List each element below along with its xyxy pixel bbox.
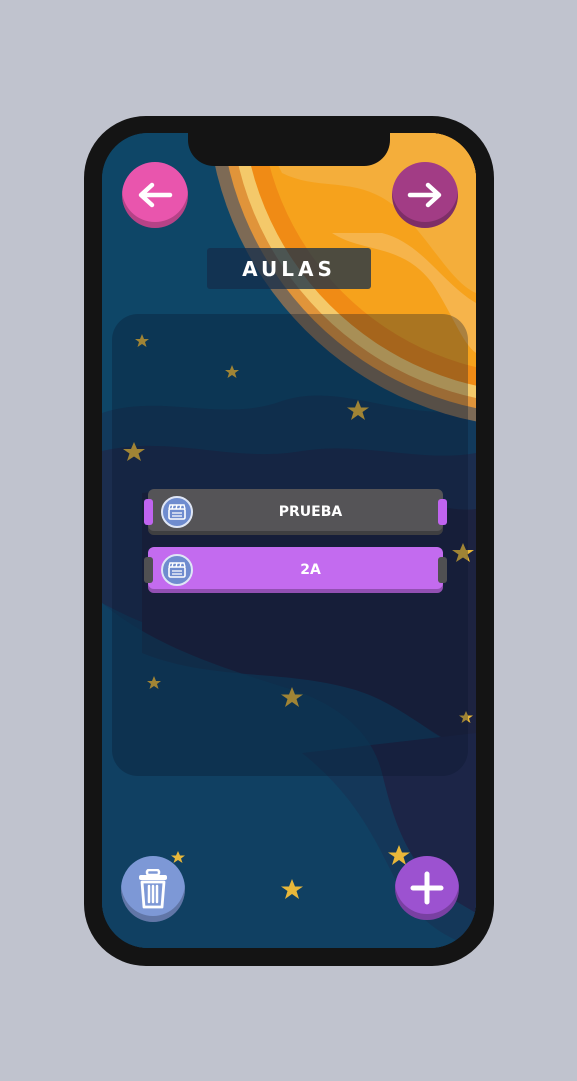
forward-button[interactable]	[392, 162, 458, 228]
back-button[interactable]	[122, 162, 188, 228]
class-name: PRUEBA	[278, 504, 343, 520]
row-left-tab	[144, 499, 153, 525]
row-left-tab	[144, 557, 153, 583]
class-row-2a[interactable]: 2A	[144, 547, 447, 593]
phone-notch	[188, 116, 390, 166]
clapperboard-icon	[161, 554, 193, 586]
page-title: AULAS	[242, 256, 336, 281]
arrow-right-icon	[407, 182, 442, 208]
trash-icon	[139, 869, 167, 909]
row-right-tab	[438, 499, 447, 525]
clapperboard-icon	[161, 496, 193, 528]
plus-icon	[410, 871, 444, 905]
add-button[interactable]	[395, 856, 459, 920]
classes-panel	[112, 314, 468, 776]
app-screen: AULAS PRUEBA 2A	[102, 133, 476, 948]
class-name: 2A	[300, 562, 321, 578]
delete-button[interactable]	[121, 856, 185, 922]
page-title-box: AULAS	[207, 248, 371, 289]
class-row-prueba[interactable]: PRUEBA	[144, 489, 447, 535]
row-right-tab	[438, 557, 447, 583]
arrow-left-icon	[138, 182, 173, 208]
